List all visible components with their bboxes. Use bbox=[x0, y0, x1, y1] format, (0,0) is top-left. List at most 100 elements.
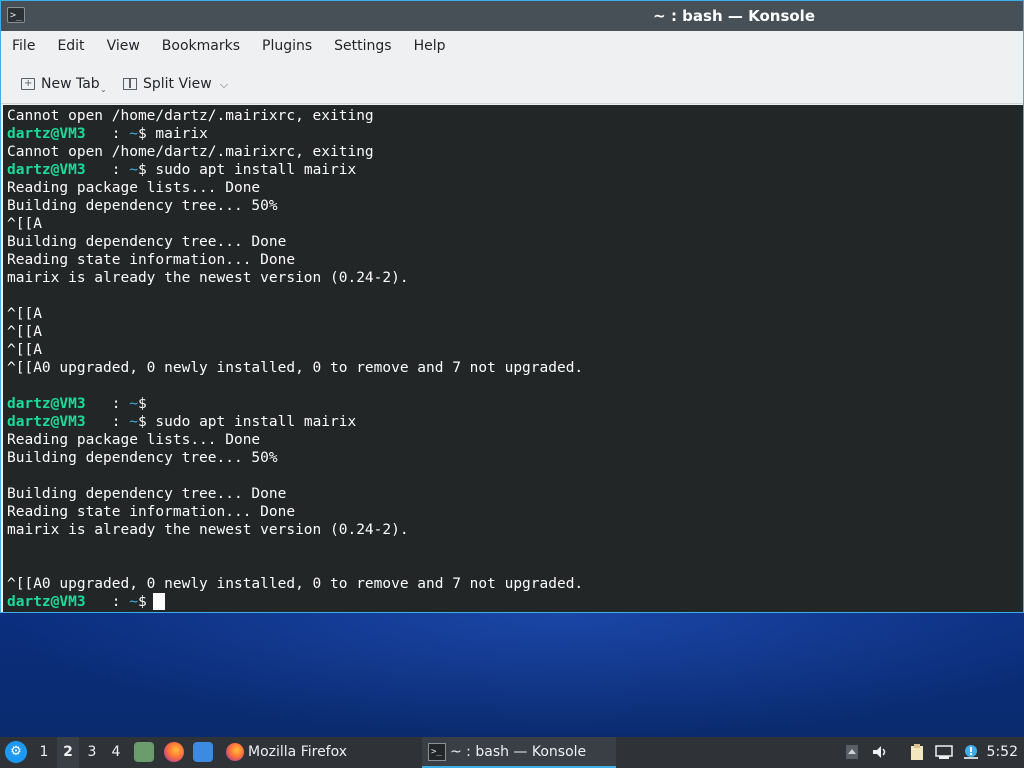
output-text: mairix is already the newest version (0.… bbox=[7, 522, 409, 538]
task-konsole[interactable]: >_ ~ : bash — Konsole bbox=[422, 737, 616, 768]
menu-bar: File Edit View Bookmarks Plugins Settings Help bbox=[1, 31, 1023, 61]
terminal-line: ^[[A bbox=[3, 305, 583, 323]
window-title: ~ : bash — Konsole bbox=[653, 7, 815, 25]
terminal-line: Building dependency tree... Done bbox=[3, 233, 583, 251]
prompt-separator: : bbox=[85, 396, 130, 412]
desktop-4[interactable]: 4 bbox=[105, 737, 127, 768]
terminal-line: mairix is already the newest version (0.… bbox=[3, 269, 583, 287]
prompt-user: dartz@VM3 bbox=[7, 594, 86, 610]
terminal-line: ^[[A bbox=[3, 323, 583, 341]
output-text: ^[[A bbox=[7, 216, 42, 232]
new-tab-icon bbox=[21, 73, 35, 95]
output-text: ^[[A0 upgraded, 0 newly installed, 0 to … bbox=[7, 576, 584, 592]
menu-file[interactable]: File bbox=[1, 31, 46, 61]
prompt-path: ~ bbox=[129, 594, 138, 610]
terminal-line: Reading state information... Done bbox=[3, 251, 583, 269]
task-konsole-label: ~ : bash — Konsole bbox=[450, 744, 587, 760]
prompt-command: $ sudo apt install mairix bbox=[137, 162, 357, 178]
terminal-line: ^[[A bbox=[3, 341, 583, 359]
application-launcher-icon[interactable]: ⚙ bbox=[5, 741, 27, 763]
konsole-window: >_ ~ : bash — Konsole File Edit View Bookma… bbox=[0, 0, 1024, 613]
terminal-line: dartz@VM3 : ~$ mairix bbox=[3, 125, 583, 143]
menu-edit[interactable]: Edit bbox=[46, 31, 95, 61]
new-tab-dropdown-icon[interactable]: ⌄ bbox=[100, 79, 107, 101]
output-text: ^[[A0 upgraded, 0 newly installed, 0 to … bbox=[7, 360, 584, 376]
desktop-1[interactable]: 1 bbox=[33, 737, 55, 768]
prompt-user: dartz@VM3 bbox=[7, 162, 86, 178]
terminal-line: ^[[A bbox=[3, 215, 583, 233]
terminal-line: Cannot open /home/dartz/.mairixrc, exiti… bbox=[3, 107, 583, 125]
notifications-icon[interactable] bbox=[962, 743, 980, 761]
menu-plugins[interactable]: Plugins bbox=[251, 31, 323, 61]
prompt-command: $ mairix bbox=[137, 126, 208, 142]
terminal-line: ^[[A0 upgraded, 0 newly installed, 0 to … bbox=[3, 575, 583, 593]
split-view-icon bbox=[123, 78, 137, 90]
prompt-path: ~ bbox=[129, 126, 138, 142]
terminal-line: dartz@VM3 : ~$ bbox=[3, 395, 583, 413]
toolbar: New Tab ⌄ Split View ⌵ bbox=[1, 65, 1023, 104]
firefox-icon[interactable] bbox=[164, 742, 184, 762]
terminal-line: Cannot open /home/dartz/.mairixrc, exiti… bbox=[3, 143, 583, 161]
output-text: Reading state information... Done bbox=[7, 252, 296, 268]
prompt-path: ~ bbox=[129, 162, 138, 178]
taskbar: ⚙ 1 2 3 4 Mozilla Firefox >_ ~ : bash — K… bbox=[0, 737, 1024, 768]
terminal-line: Reading package lists... Done bbox=[3, 179, 583, 197]
task-firefox[interactable]: Mozilla Firefox bbox=[226, 737, 347, 768]
konsole-task-icon: >_ bbox=[428, 743, 446, 761]
output-text: ^[[A bbox=[7, 306, 42, 322]
terminal-line: dartz@VM3 : ~$ sudo apt install mairix bbox=[3, 161, 583, 179]
terminal-line: dartz@VM3 : ~$ sudo apt install mairix bbox=[3, 413, 583, 431]
prompt-path: ~ bbox=[129, 396, 138, 412]
volume-icon[interactable] bbox=[871, 743, 889, 761]
file-manager-icon[interactable] bbox=[134, 742, 154, 762]
desktop-2[interactable]: 2 bbox=[57, 737, 79, 768]
task-firefox-label: Mozilla Firefox bbox=[248, 744, 348, 760]
terminal-line: Reading state information... Done bbox=[3, 503, 583, 521]
output-text: Building dependency tree... Done bbox=[7, 234, 287, 250]
new-tab-label: New Tab bbox=[41, 76, 100, 92]
output-text: Reading package lists... Done bbox=[7, 180, 261, 196]
prompt-user: dartz@VM3 bbox=[7, 396, 86, 412]
output-text: mairix is already the newest version (0.… bbox=[7, 270, 409, 286]
prompt-command: $ bbox=[137, 594, 147, 610]
prompt-separator: : bbox=[85, 126, 130, 142]
output-text: Cannot open /home/dartz/.mairixrc, exiti… bbox=[7, 144, 374, 160]
terminal-line: dartz@VM3 : ~$ bbox=[3, 593, 583, 611]
menu-bookmarks[interactable]: Bookmarks bbox=[151, 31, 251, 61]
clipboard-icon[interactable] bbox=[908, 743, 926, 761]
prompt-separator: : bbox=[85, 162, 130, 178]
terminal-line: ^[[A0 upgraded, 0 newly installed, 0 to … bbox=[3, 359, 583, 377]
title-bar[interactable]: >_ ~ : bash — Konsole bbox=[1, 1, 1023, 31]
firefox-task-icon bbox=[226, 743, 244, 761]
menu-help[interactable]: Help bbox=[403, 31, 457, 61]
output-text: Building dependency tree... Done bbox=[7, 486, 287, 502]
tray-expand-icon[interactable] bbox=[843, 743, 861, 761]
desktop-3[interactable]: 3 bbox=[81, 737, 103, 768]
menu-view[interactable]: View bbox=[96, 31, 151, 61]
prompt-user: dartz@VM3 bbox=[7, 414, 86, 430]
clock[interactable]: 5:52 bbox=[987, 737, 1018, 768]
output-text: Cannot open /home/dartz/.mairixrc, exiti… bbox=[7, 108, 374, 124]
terminal-view[interactable]: Cannot open /home/dartz/.mairixrc, exiti… bbox=[3, 105, 1023, 612]
split-view-label: Split View bbox=[143, 76, 212, 92]
split-view-button[interactable]: Split View ⌵ bbox=[123, 73, 228, 95]
terminal-line: Building dependency tree... 50% bbox=[3, 197, 583, 215]
network-icon[interactable] bbox=[935, 743, 953, 761]
prompt-user: dartz@VM3 bbox=[7, 126, 86, 142]
output-text: Reading state information... Done bbox=[7, 504, 296, 520]
prompt-command: $ sudo apt install mairix bbox=[137, 414, 357, 430]
new-tab-button[interactable]: New Tab ⌄ bbox=[21, 73, 107, 95]
output-text: ^[[A bbox=[7, 324, 42, 340]
prompt-path: ~ bbox=[129, 414, 138, 430]
output-text: ^[[A bbox=[7, 342, 42, 358]
menu-settings[interactable]: Settings bbox=[323, 31, 402, 61]
folder-icon[interactable] bbox=[193, 742, 213, 762]
terminal-output: Cannot open /home/dartz/.mairixrc, exiti… bbox=[3, 107, 583, 611]
prompt-separator: : bbox=[85, 594, 130, 610]
terminal-cursor bbox=[152, 593, 165, 610]
output-text: Reading package lists... Done bbox=[7, 432, 261, 448]
